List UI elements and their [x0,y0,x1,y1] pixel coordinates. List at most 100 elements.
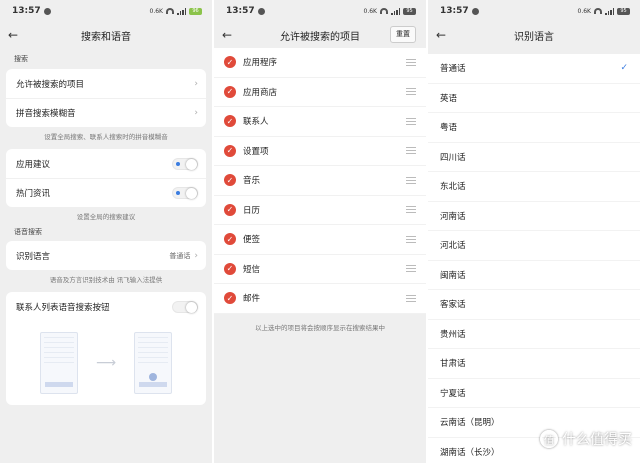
checked-icon[interactable]: ✓ [224,262,236,275]
searchable-item-row[interactable]: ✓ 设置项 [214,137,426,166]
drag-handle-icon[interactable] [406,175,416,186]
searchable-item-row[interactable]: ✓ 应用程序 [214,48,426,78]
searchable-item-row[interactable]: ✓ 应用商店 [214,78,426,107]
drag-handle-icon[interactable] [406,234,416,245]
language-label: 宁夏话 [440,388,466,399]
language-label: 湖南话（长沙） [440,447,500,458]
watermark-text: 什么值得买 [562,432,632,448]
chevron-right-icon: › [194,250,198,261]
recognition-language-row[interactable]: 识别语言 普通话 › [6,241,206,270]
page-title: 识别语言 [514,31,554,43]
searchable-item-row[interactable]: ✓ 短信 [214,255,426,284]
watermark: 值 什么值得买 [540,429,632,449]
status-bar: 13:57 0.6K 95 [428,0,640,22]
arrow-right-icon: ⟶ [95,355,117,371]
language-option[interactable]: 粤语 [428,113,640,143]
language-option[interactable]: 四川话 [428,142,640,172]
searchable-item-row[interactable]: ✓ 音乐 [214,166,426,196]
item-label: 日历 [243,205,261,216]
status-time: 13:57 [226,6,255,16]
language-option[interactable]: 甘肃话 [428,349,640,379]
checked-icon[interactable]: ✓ [224,174,236,187]
language-option[interactable]: 客家话 [428,290,640,320]
watermark-logo-icon: 值 [540,430,558,448]
back-arrow-icon[interactable]: ← [222,28,232,42]
net-speed: 0.6K [149,7,163,15]
drag-handle-icon[interactable] [406,57,416,68]
checked-icon[interactable]: ✓ [224,292,236,305]
back-arrow-icon[interactable]: ← [8,28,18,42]
checked-icon[interactable]: ✓ [224,233,236,246]
contacts-voice-row: 联系人列表语音搜索按钮 [6,292,206,321]
item-label: 应用程序 [243,58,278,69]
item-label: 联系人 [243,117,269,128]
searchable-item-row[interactable]: ✓ 联系人 [214,107,426,137]
pinyin-fuzzy-row[interactable]: 拼音搜索模糊音 › [6,98,206,127]
language-option[interactable]: 普通话 ✓ [428,54,640,84]
language-option[interactable]: 河北话 [428,231,640,261]
signal-icon [605,7,614,15]
row-value: 普通话 [169,251,191,260]
language-option[interactable]: 宁夏话 [428,378,640,408]
drag-handle-icon[interactable] [406,86,416,97]
battery-icon: 95 [403,7,416,15]
row-label: 识别语言 [16,251,51,262]
signal-icon [391,7,400,15]
status-bar: 13:57 0.6K 95 [214,0,426,22]
notification-icon [257,7,265,15]
drag-handle-icon[interactable] [406,263,416,274]
checked-icon[interactable]: ✓ [224,203,236,216]
reset-button[interactable]: 重置 [390,26,416,43]
language-option[interactable]: 东北话 [428,172,640,202]
net-speed: 0.6K [577,7,591,15]
item-label: 设置项 [243,146,269,157]
recognition-language-screen: 13:57 0.6K 95 ← 识别语言 普通话 ✓ 英语 粤语 四川话东北话河南话 河北… [428,0,640,463]
drag-handle-icon[interactable] [406,116,416,127]
battery-icon: 96 [189,7,202,15]
pinyin-hint: 设置全局搜索、联系人搜索时的拼音模糊音 [44,133,168,141]
drag-handle-icon[interactable] [406,204,416,215]
searchable-items-screen: 13:57 0.6K 95 ← 允许被搜索的项目 重置 ✓ 应用程序 ✓ 应用商店 ✓ 联… [214,0,426,463]
row-label: 热门资讯 [16,189,51,199]
net-speed: 0.6K [363,7,377,15]
contacts-voice-toggle[interactable] [172,300,198,313]
wifi-icon [380,8,388,14]
searchable-items-row[interactable]: 允许被搜索的项目 › [6,69,206,98]
page-title: 搜索和语音 [81,31,131,43]
back-arrow-icon[interactable]: ← [436,28,446,42]
searchable-item-row[interactable]: ✓ 便签 [214,225,426,255]
app-suggestion-row: 应用建议 [6,149,206,178]
item-label: 便签 [243,235,261,246]
language-label: 东北话 [440,182,466,193]
language-option[interactable]: 贵州话 [428,319,640,349]
checked-icon[interactable]: ✓ [224,85,236,98]
status-time: 13:57 [440,6,469,16]
nav-bar: ← 搜索和语音 [0,22,212,48]
notification-icon [43,7,51,15]
search-voice-screen: 13:57 0.6K 96 ← 搜索和语音 搜索 允许被搜索的项目 › 拼音搜索… [0,0,212,463]
language-label: 甘肃话 [440,359,466,370]
row-label: 联系人列表语音搜索按钮 [16,302,110,313]
hot-news-toggle[interactable] [172,187,198,199]
drag-handle-icon[interactable] [406,293,416,304]
wifi-icon [594,8,602,14]
language-option[interactable]: 闽南话 [428,260,640,290]
searchable-item-row[interactable]: ✓ 日历 [214,196,426,225]
checked-icon[interactable]: ✓ [224,115,236,128]
row-label: 应用建议 [16,159,51,170]
language-label: 云南话（昆明） [440,418,500,429]
suggestion-hint: 设置全局的搜索建议 [76,213,136,221]
searchable-item-row[interactable]: ✓ 邮件 [214,284,426,314]
voice-card: 识别语言 普通话 › [6,241,206,270]
checked-icon[interactable]: ✓ [224,144,236,157]
drag-handle-icon[interactable] [406,145,416,156]
illustration: ⟶ [6,321,206,405]
app-suggestion-toggle[interactable] [172,157,198,170]
phone-after-illustration [134,332,173,394]
row-label: 拼音搜索模糊音 [16,109,76,119]
battery-icon: 95 [617,7,630,15]
item-label: 应用商店 [243,87,278,98]
language-option[interactable]: 英语 [428,83,640,113]
language-option[interactable]: 河南话 [428,201,640,231]
checked-icon[interactable]: ✓ [224,56,236,69]
